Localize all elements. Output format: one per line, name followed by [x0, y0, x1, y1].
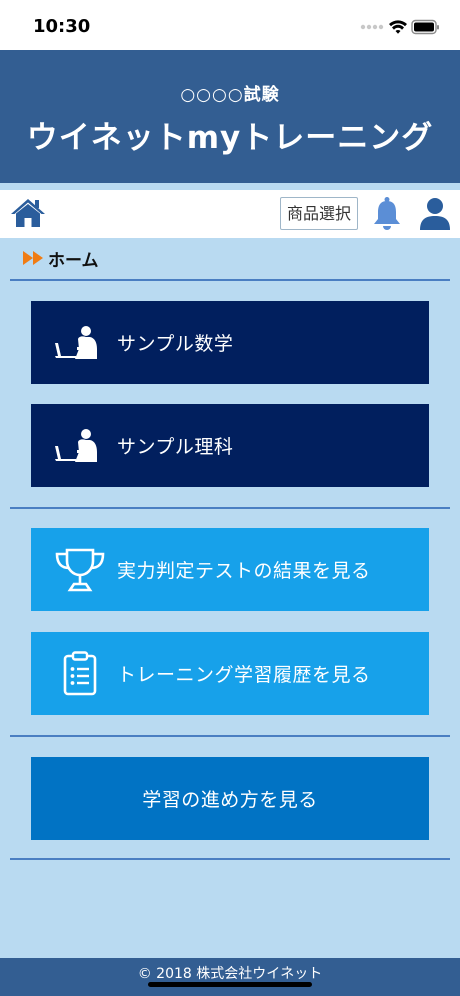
how-to-study-button[interactable]: 学習の進め方を見る — [31, 757, 429, 840]
product-select-button[interactable]: 商品選択 — [280, 197, 358, 230]
home-indicator — [148, 982, 312, 987]
battery-icon — [411, 19, 439, 35]
training-history-button[interactable]: トレーニング学習履歴を見る — [31, 632, 429, 715]
user-icon[interactable] — [419, 197, 451, 231]
cellular-signal-icon — [360, 24, 384, 30]
how-to-study-label: 学習の進め方を見る — [142, 789, 318, 811]
subject-math-button[interactable]: サンプル数学 — [31, 301, 429, 384]
breadcrumb-label: ホーム — [48, 250, 99, 271]
fast-forward-icon — [23, 251, 43, 265]
student-at-laptop-icon — [55, 325, 97, 359]
divider — [10, 735, 450, 737]
status-bar: 10:30 — [0, 0, 460, 50]
status-time: 10:30 — [33, 16, 91, 37]
test-results-label: 実力判定テストの結果を見る — [117, 560, 371, 582]
trophy-icon — [55, 548, 105, 591]
subject-science-label: サンプル理科 — [117, 436, 234, 458]
bell-icon[interactable] — [372, 196, 402, 232]
divider — [10, 858, 450, 860]
app-title: ウイネットmyトレーニング — [26, 120, 434, 156]
footer: © 2018 株式会社ウイネット — [0, 958, 460, 996]
test-results-button[interactable]: 実力判定テストの結果を見る — [31, 528, 429, 611]
divider — [10, 279, 450, 281]
training-history-label: トレーニング学習履歴を見る — [117, 664, 371, 686]
copyright-text: © 2018 株式会社ウイネット — [137, 966, 323, 982]
status-icons — [360, 19, 439, 35]
student-at-laptop-icon — [55, 428, 97, 462]
app-header: ○○○○試験 ウイネットmyトレーニング — [0, 50, 460, 183]
clipboard-list-icon — [63, 650, 97, 695]
toolbar: 商品選択 — [0, 190, 460, 238]
wifi-icon — [389, 20, 407, 34]
subject-math-label: サンプル数学 — [117, 333, 234, 355]
breadcrumb: ホーム — [22, 248, 99, 271]
divider — [10, 507, 450, 509]
subject-science-button[interactable]: サンプル理科 — [31, 404, 429, 487]
exam-name: ○○○○試験 — [180, 85, 280, 105]
home-icon[interactable] — [10, 197, 46, 229]
